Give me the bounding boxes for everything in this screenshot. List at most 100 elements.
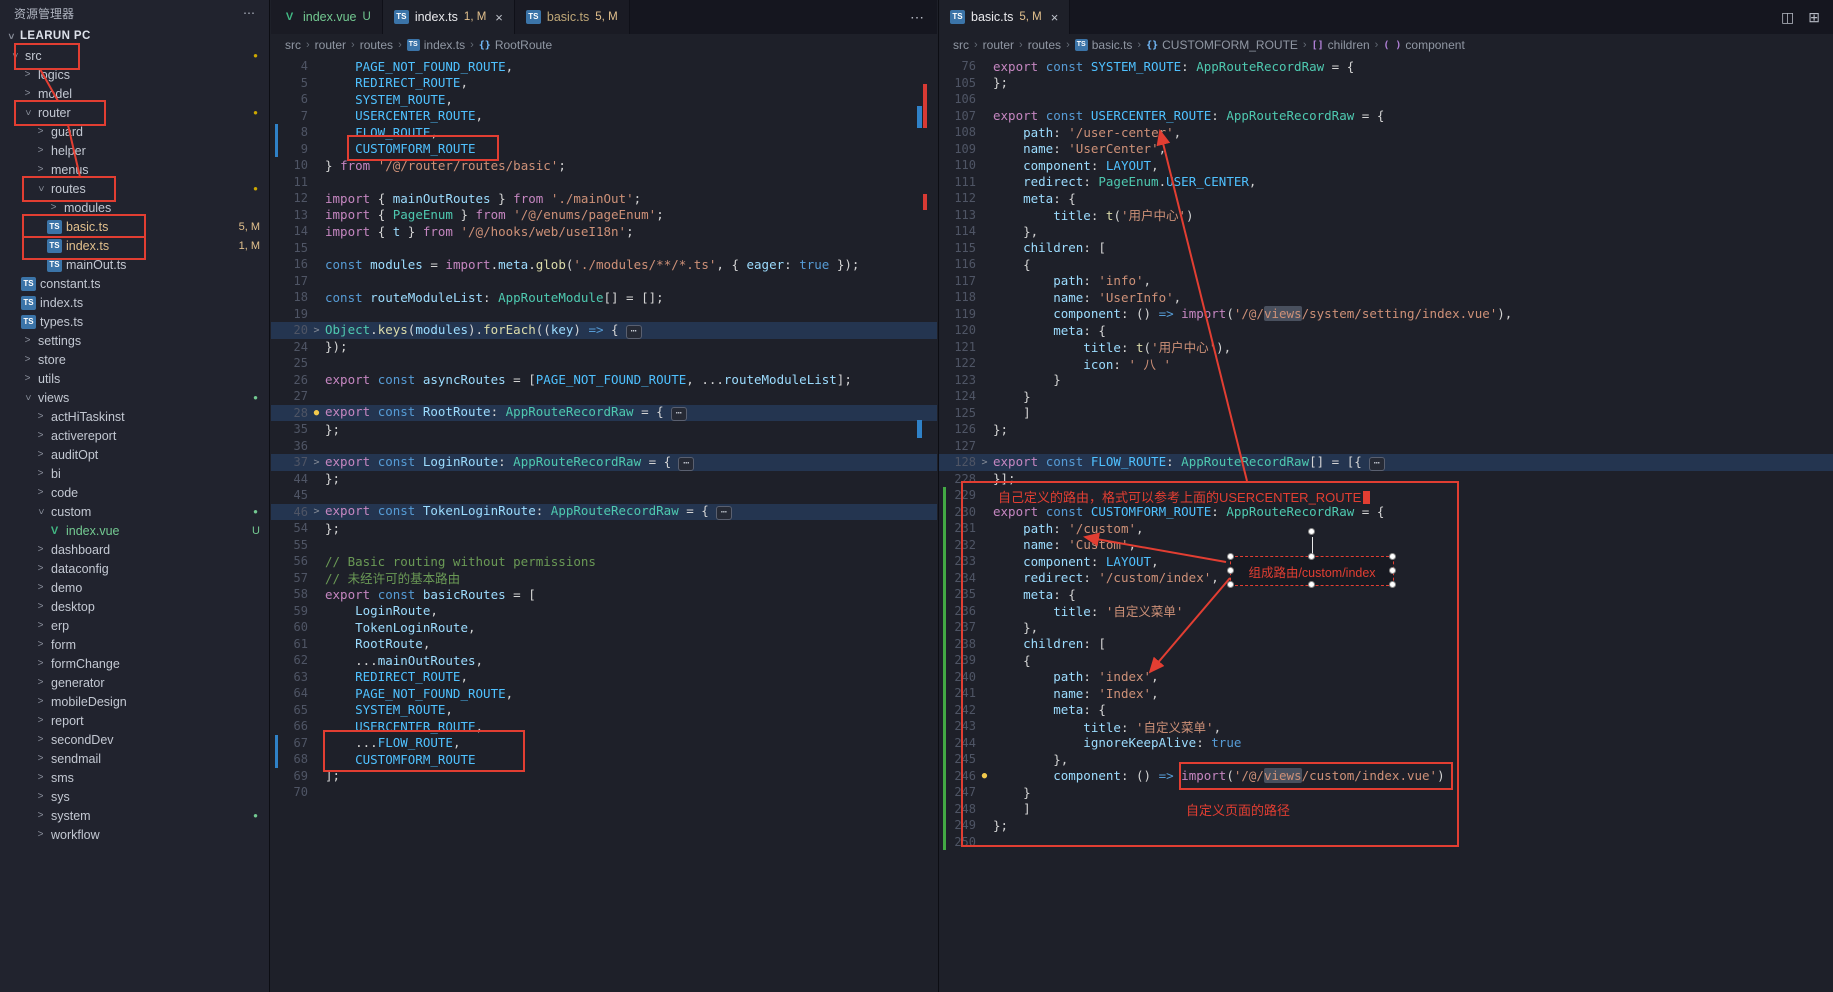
breadcrumb-item-router[interactable]: router — [315, 38, 346, 52]
folded-code-icon[interactable]: ⋯ — [1369, 457, 1385, 471]
tree-file-index.ts[interactable]: TSindex.ts1, M — [0, 236, 269, 255]
tree-folder-desktop[interactable]: >desktop — [0, 597, 269, 616]
tree-folder-utils[interactable]: >utils — [0, 369, 269, 388]
tree-item-label: sys — [51, 790, 70, 804]
line-number: 119 — [946, 307, 976, 321]
tree-folder-bi[interactable]: >bi — [0, 464, 269, 483]
folded-code-icon[interactable]: ⋯ — [626, 325, 642, 339]
tab-basic.ts[interactable]: TSbasic.ts5, M — [515, 0, 630, 34]
line-number: 230 — [946, 505, 976, 519]
tree-folder-actHiTaskinst[interactable]: >actHiTaskinst — [0, 407, 269, 426]
tree-folder-auditOpt[interactable]: >auditOpt — [0, 445, 269, 464]
editor-more-actions-icon[interactable]: ⋯ — [910, 9, 924, 26]
tree-folder-dashboard[interactable]: >dashboard — [0, 540, 269, 559]
lightbulb-icon[interactable]: ● — [976, 771, 993, 781]
tree-file-constant.ts[interactable]: TSconstant.ts — [0, 274, 269, 293]
workspace-section-header[interactable]: > LEARUN PC — [0, 26, 269, 46]
tree-folder-store[interactable]: >store — [0, 350, 269, 369]
line-number: 128 — [946, 455, 976, 469]
tree-folder-modules[interactable]: >modules — [0, 198, 269, 217]
line-number: 118 — [946, 290, 976, 304]
tab-basic.ts[interactable]: TSbasic.ts5, M× — [939, 0, 1070, 34]
tree-item-label: dashboard — [51, 543, 110, 557]
git-status-badge: 5, M — [239, 221, 260, 233]
tree-folder-system[interactable]: >system● — [0, 806, 269, 825]
code-line-124: 124 } — [939, 388, 1833, 405]
tab-index.vue[interactable]: Vindex.vueU — [271, 0, 383, 34]
explorer-more-icon[interactable]: ⋯ — [243, 6, 255, 20]
tab-index.ts[interactable]: TSindex.ts1, M× — [383, 0, 515, 34]
tree-folder-settings[interactable]: >settings — [0, 331, 269, 350]
chevron-right-icon: > — [34, 582, 47, 593]
close-icon[interactable]: × — [1051, 10, 1059, 25]
tree-folder-menus[interactable]: >menus — [0, 160, 269, 179]
modified-dot-icon: ● — [253, 811, 258, 820]
tree-folder-router[interactable]: >router● — [0, 103, 269, 122]
ts-file-icon: TS — [21, 277, 36, 291]
breadcrumb-item-src[interactable]: src — [953, 38, 969, 52]
lightbulb-icon[interactable]: ● — [308, 408, 325, 418]
tree-folder-erp[interactable]: >erp — [0, 616, 269, 635]
breadcrumb-separator: › — [306, 39, 310, 51]
breadcrumb-item-children[interactable]: []children — [1312, 38, 1370, 52]
folded-code-icon[interactable]: ⋯ — [678, 457, 694, 471]
editor-layout-icon[interactable]: ⊞ — [1808, 9, 1820, 26]
tree-file-index.vue[interactable]: Vindex.vueU — [0, 521, 269, 540]
tree-item-label: actHiTaskinst — [51, 410, 125, 424]
tree-file-types.ts[interactable]: TStypes.ts — [0, 312, 269, 331]
folded-code-icon[interactable]: ⋯ — [671, 407, 687, 421]
line-number: 5 — [278, 76, 308, 90]
code-line-239: 239 { — [939, 652, 1833, 669]
breadcrumb-item-routes[interactable]: routes — [1028, 38, 1061, 52]
tree-folder-form[interactable]: >form — [0, 635, 269, 654]
tree-folder-demo[interactable]: >demo — [0, 578, 269, 597]
breadcrumb-item-basic.ts[interactable]: TSbasic.ts — [1075, 38, 1133, 52]
tree-folder-code[interactable]: >code — [0, 483, 269, 502]
tree-file-mainOut.ts[interactable]: TSmainOut.ts — [0, 255, 269, 274]
fold-chevron-icon[interactable]: > — [308, 506, 325, 517]
tree-folder-dataconfig[interactable]: >dataconfig — [0, 559, 269, 578]
tree-folder-logics[interactable]: >logics — [0, 65, 269, 84]
split-editor-icon[interactable]: ◫ — [1781, 9, 1794, 26]
fold-chevron-icon[interactable]: > — [308, 325, 325, 336]
fold-chevron-icon[interactable]: > — [976, 457, 993, 468]
fold-chevron-icon[interactable]: > — [308, 457, 325, 468]
tree-folder-custom[interactable]: >custom● — [0, 502, 269, 521]
tree-folder-report[interactable]: >report — [0, 711, 269, 730]
tree-folder-src[interactable]: >src● — [0, 46, 269, 65]
tree-folder-guard[interactable]: >guard — [0, 122, 269, 141]
breadcrumb-item-routes[interactable]: routes — [360, 38, 393, 52]
folded-code-icon[interactable]: ⋯ — [716, 506, 732, 520]
breadcrumb-item-router[interactable]: router — [983, 38, 1014, 52]
tree-folder-sendmail[interactable]: >sendmail — [0, 749, 269, 768]
tree-folder-model[interactable]: >model — [0, 84, 269, 103]
line-number: 125 — [946, 406, 976, 420]
tree-folder-mobileDesign[interactable]: >mobileDesign — [0, 692, 269, 711]
tree-folder-generator[interactable]: >generator — [0, 673, 269, 692]
breadcrumb: src›router›routes›TSindex.ts›{}RootRoute — [271, 34, 937, 56]
tree-folder-helper[interactable]: >helper — [0, 141, 269, 160]
tree-folder-formChange[interactable]: >formChange — [0, 654, 269, 673]
line-number: 10 — [278, 158, 308, 172]
breadcrumb-item-component[interactable]: ( )component — [1383, 38, 1464, 52]
tree-file-index.ts[interactable]: TSindex.ts — [0, 293, 269, 312]
code-line-20: 20>Object.keys(modules).forEach((key) =>… — [271, 322, 937, 339]
code-line-54: 54}; — [271, 520, 937, 537]
breadcrumb-item-index.ts[interactable]: TSindex.ts — [407, 38, 465, 52]
tree-folder-workflow[interactable]: >workflow — [0, 825, 269, 844]
tree-file-basic.ts[interactable]: TSbasic.ts5, M — [0, 217, 269, 236]
tree-folder-routes[interactable]: >routes● — [0, 179, 269, 198]
code-area[interactable]: 4 PAGE_NOT_FOUND_ROUTE,5 REDIRECT_ROUTE,… — [271, 58, 937, 801]
breadcrumb-item-RootRoute[interactable]: {}RootRoute — [479, 38, 552, 52]
tree-folder-views[interactable]: >views● — [0, 388, 269, 407]
workspace-name: LEARUN PC — [20, 30, 91, 42]
breadcrumb-item-src[interactable]: src — [285, 38, 301, 52]
tree-item-label: report — [51, 714, 84, 728]
tree-folder-activereport[interactable]: >activereport — [0, 426, 269, 445]
tree-folder-secondDev[interactable]: >secondDev — [0, 730, 269, 749]
tree-folder-sms[interactable]: >sms — [0, 768, 269, 787]
tree-folder-sys[interactable]: >sys — [0, 787, 269, 806]
close-icon[interactable]: × — [495, 10, 503, 25]
breadcrumb-item-CUSTOMFORM_ROUTE[interactable]: {}CUSTOMFORM_ROUTE — [1146, 38, 1298, 52]
code-area[interactable]: 76export const SYSTEM_ROUTE: AppRouteRec… — [939, 58, 1833, 850]
